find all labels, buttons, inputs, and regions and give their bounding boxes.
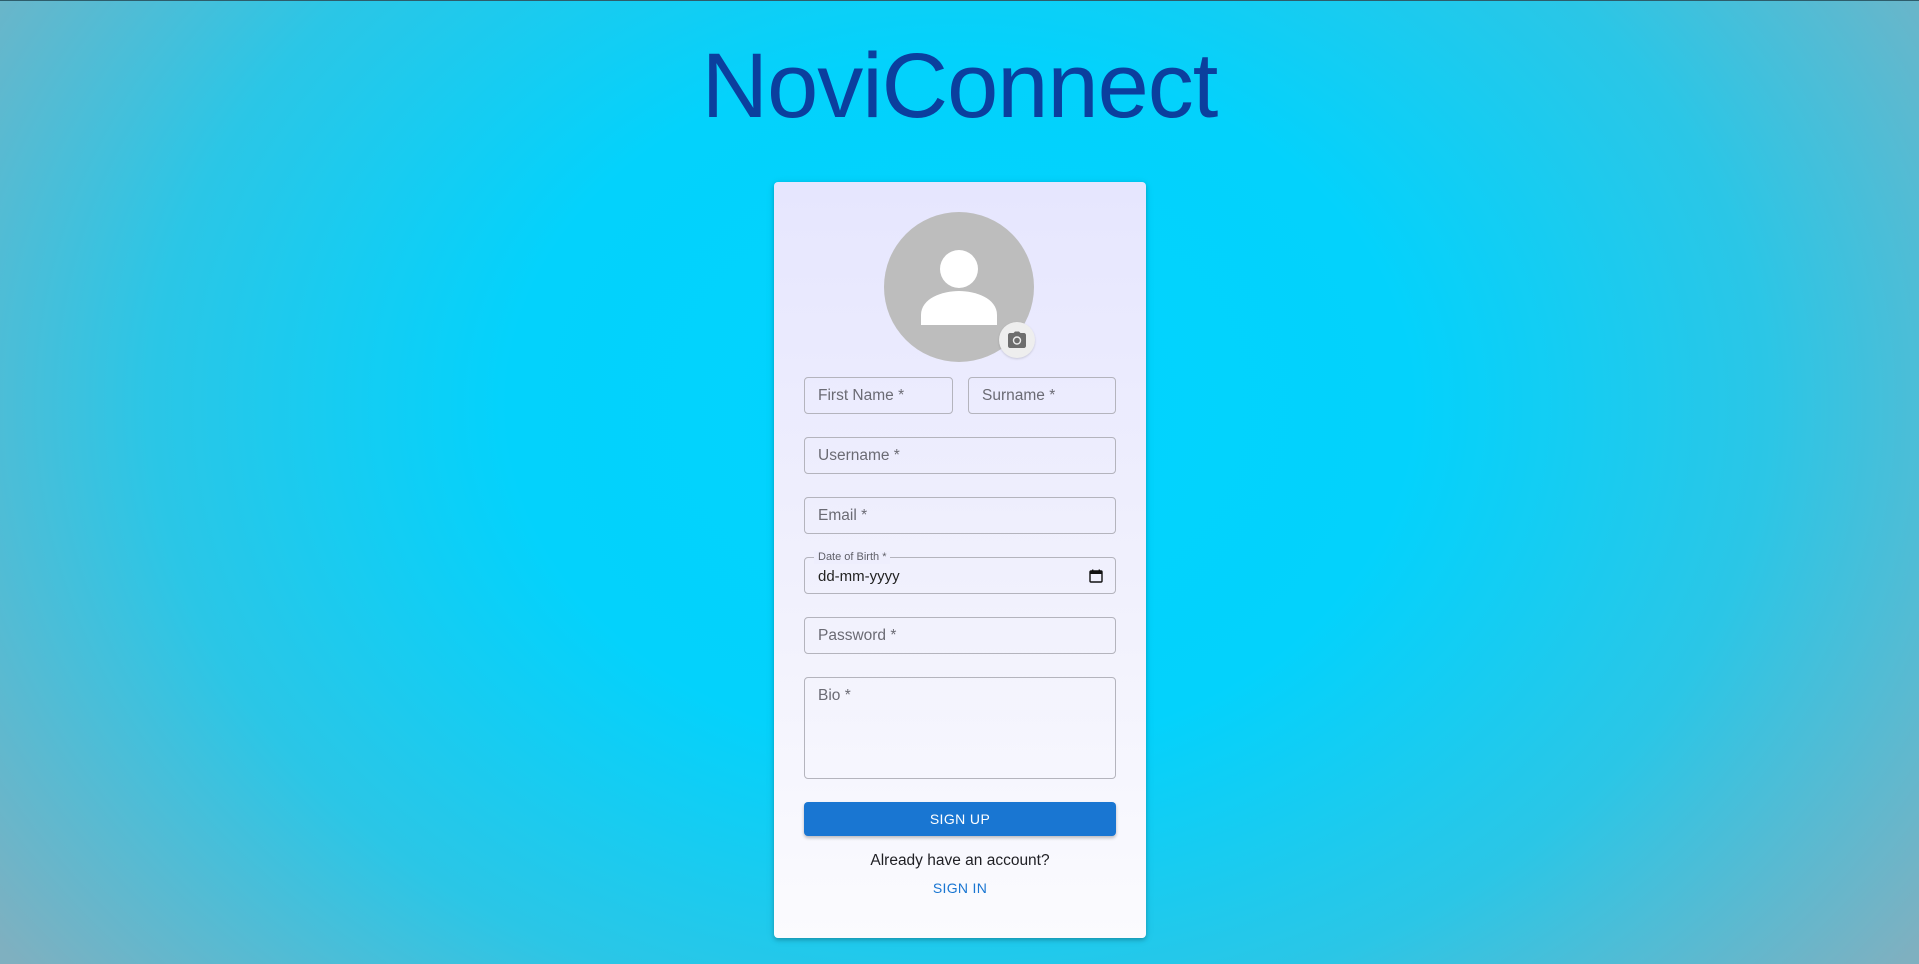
email-field[interactable]: Email * — [804, 497, 1116, 534]
username-field[interactable]: Username * — [804, 437, 1116, 474]
surname-field[interactable]: Surname * — [968, 377, 1116, 414]
signup-card: First Name * Surname * Username * Email … — [774, 182, 1146, 938]
sign-in-link[interactable]: SIGN IN — [774, 880, 1146, 896]
app-title: NoviConnect — [701, 35, 1219, 137]
already-have-account-text: Already have an account? — [870, 852, 1050, 869]
bio-field[interactable]: Bio * — [804, 677, 1116, 779]
email-placeholder: Email * — [818, 507, 868, 524]
password-field[interactable]: Password * — [804, 617, 1116, 654]
avatar-section — [884, 212, 1035, 362]
date-of-birth-label: Date of Birth * — [814, 551, 891, 564]
upload-photo-button[interactable] — [999, 322, 1035, 358]
camera-icon — [1008, 331, 1026, 348]
date-of-birth-value: dd-mm-yyyy — [818, 568, 900, 585]
first-name-field[interactable]: First Name * — [804, 377, 953, 414]
surname-placeholder: Surname * — [982, 387, 1056, 404]
sign-up-button[interactable]: SIGN UP — [804, 802, 1116, 836]
bio-placeholder: Bio * — [818, 687, 851, 704]
calendar-icon[interactable] — [1089, 569, 1103, 583]
date-of-birth-field[interactable]: Date of Birth * dd-mm-yyyy — [804, 551, 1116, 594]
username-placeholder: Username * — [818, 447, 900, 464]
password-placeholder: Password * — [818, 627, 897, 644]
first-name-placeholder: First Name * — [818, 387, 905, 404]
